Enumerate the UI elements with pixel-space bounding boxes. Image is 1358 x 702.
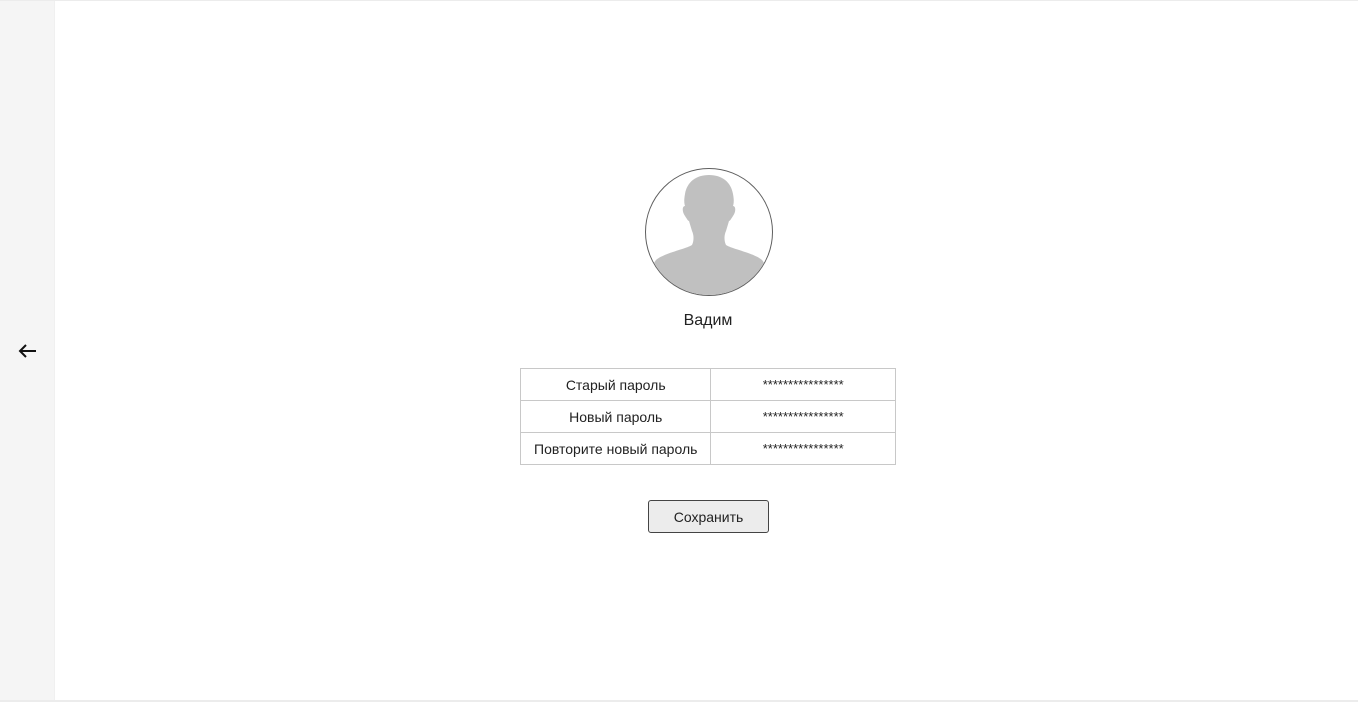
sidebar [0,1,55,700]
profile-page: Вадим Старый пароль **************** Нов… [0,0,1358,702]
back-button[interactable] [12,336,44,366]
new-password-label: Новый пароль [519,400,712,433]
table-row: Старый пароль **************** [519,368,896,401]
arrow-left-icon [18,344,36,358]
old-password-label: Старый пароль [519,368,712,401]
old-password-field[interactable]: **************** [710,368,896,401]
table-row: Новый пароль **************** [519,400,896,433]
user-silhouette-icon [648,175,770,295]
repeat-password-label: Повторите новый пароль [519,432,712,465]
user-name: Вадим [683,312,733,329]
repeat-password-field[interactable]: **************** [710,432,896,465]
save-button[interactable]: Сохранить [648,500,769,533]
table-row: Повторите новый пароль **************** [519,432,896,465]
avatar[interactable] [645,168,773,296]
password-change-table: Старый пароль **************** Новый пар… [519,368,896,465]
new-password-field[interactable]: **************** [710,400,896,433]
